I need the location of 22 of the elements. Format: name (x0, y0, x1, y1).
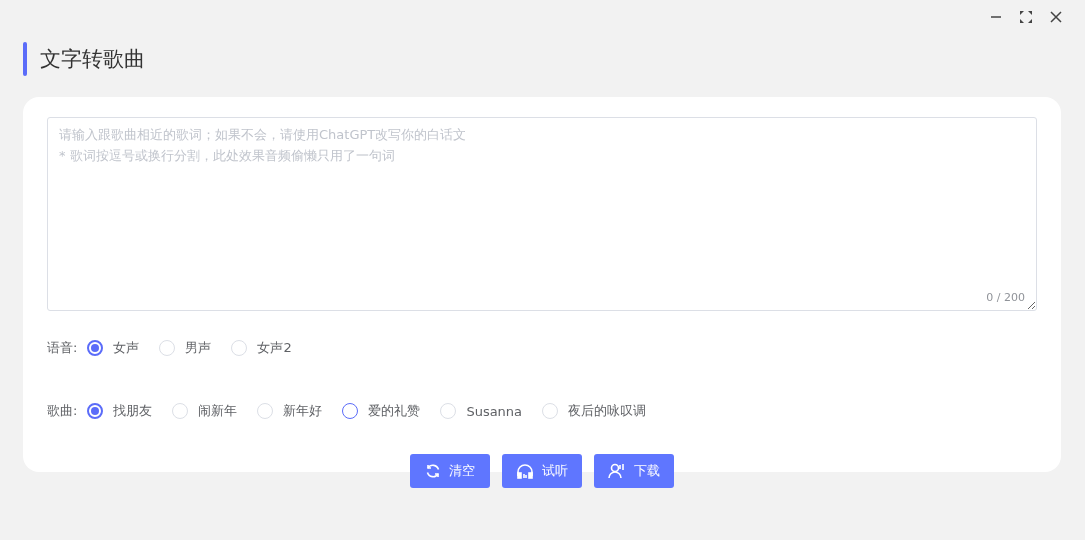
headphones-icon (516, 463, 534, 479)
voice-label: 语音: (47, 339, 78, 357)
radio-option[interactable]: Susanna (440, 403, 523, 419)
radio-option[interactable]: 找朋友 (87, 402, 153, 420)
close-icon[interactable] (1049, 10, 1063, 24)
download-button[interactable]: 下载 (594, 454, 674, 488)
accent-bar (23, 42, 27, 76)
page-title: 文字转歌曲 (40, 46, 145, 73)
radio-option[interactable]: 女声2 (231, 339, 292, 357)
char-counter: 0 / 200 (986, 291, 1025, 304)
fullscreen-icon[interactable] (1019, 10, 1033, 24)
person-voice-icon (608, 463, 626, 479)
radio-option[interactable]: 夜后的咏叹调 (542, 402, 647, 420)
radio-option[interactable]: 爱的礼赞 (342, 402, 421, 420)
radio-option[interactable]: 闹新年 (172, 402, 238, 420)
listen-button[interactable]: 试听 (502, 454, 582, 488)
radio-option[interactable]: 男声 (159, 339, 212, 357)
clear-button[interactable]: 清空 (410, 454, 490, 488)
radio-option[interactable]: 女声 (87, 339, 140, 357)
song-label: 歌曲: (47, 402, 78, 420)
radio-option[interactable]: 新年好 (257, 402, 323, 420)
refresh-icon (425, 463, 441, 479)
